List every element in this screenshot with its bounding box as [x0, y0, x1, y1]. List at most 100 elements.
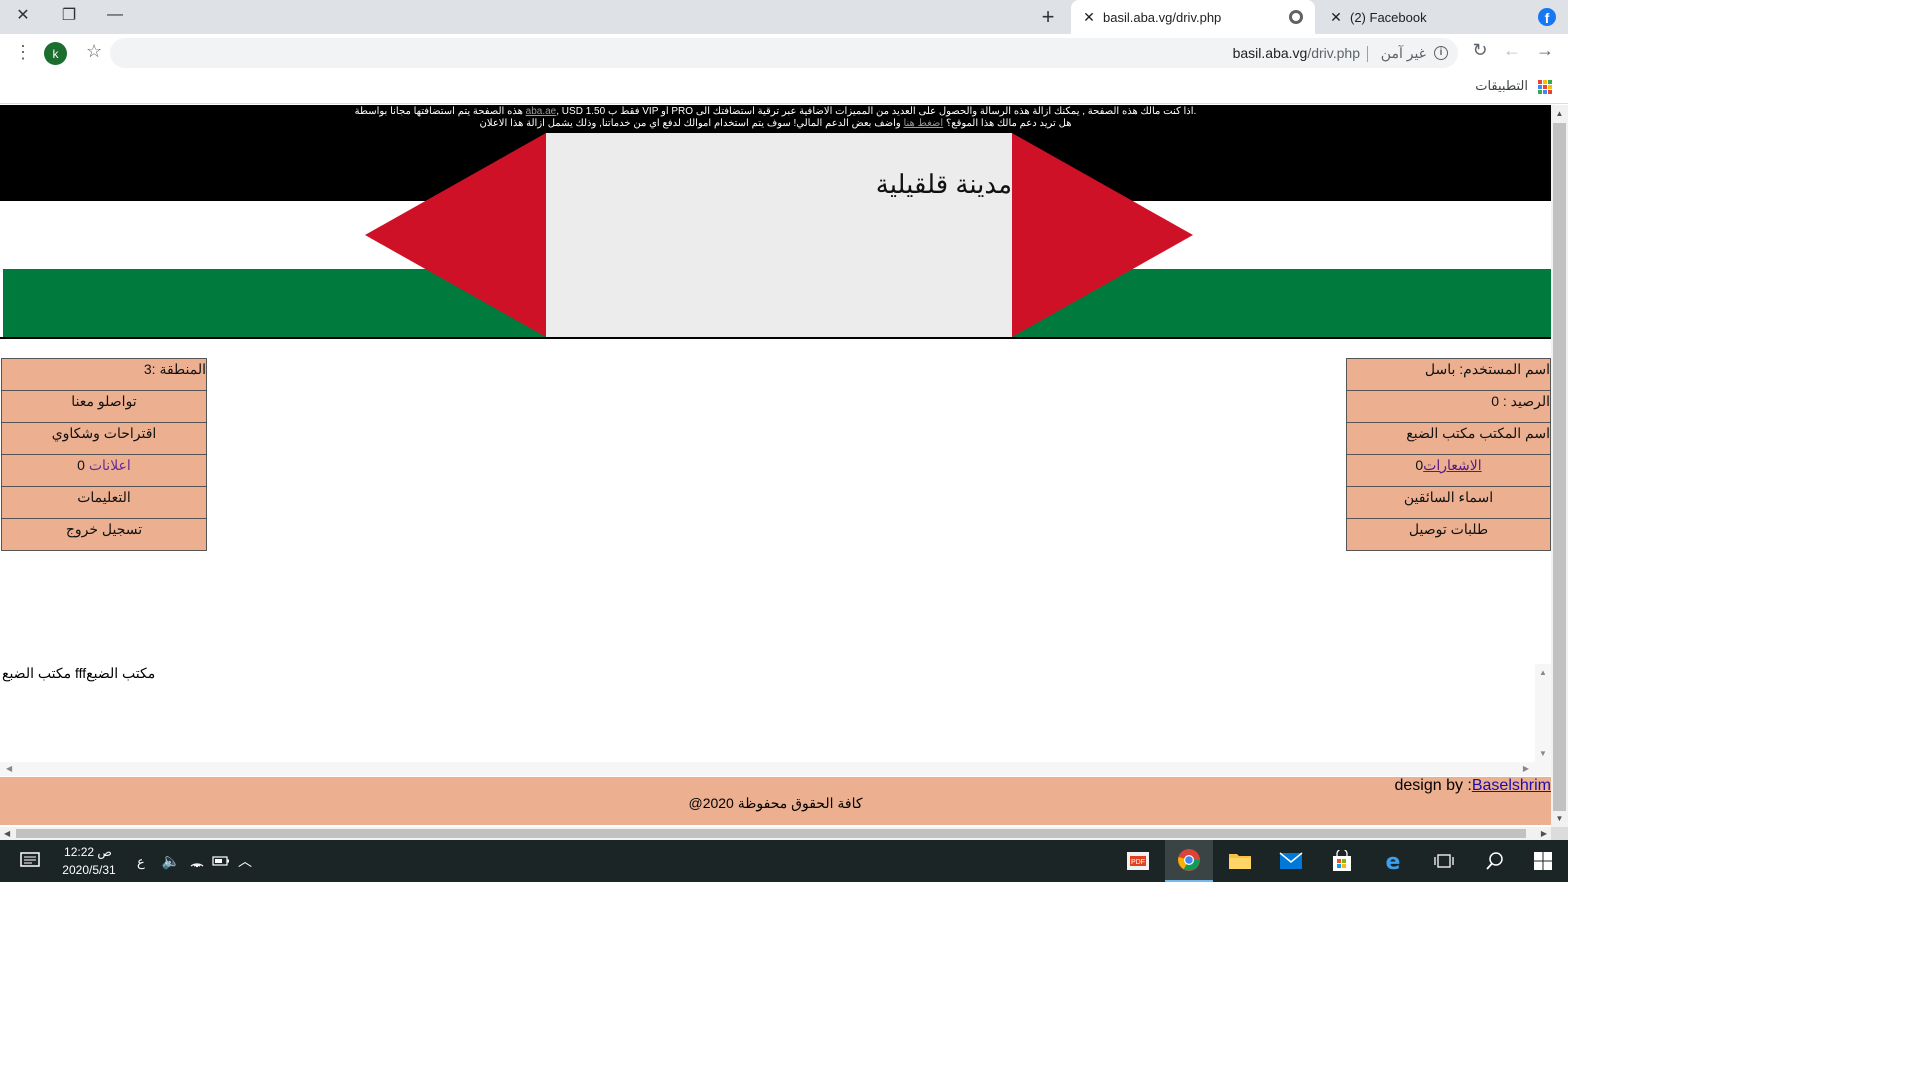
back-icon[interactable]: →	[1533, 40, 1557, 61]
notification-center-icon[interactable]	[8, 840, 52, 882]
info-icon[interactable]: i	[1434, 46, 1448, 60]
new-tab-button[interactable]: +	[1036, 6, 1060, 30]
contact-us-link[interactable]: تواصلو معنا	[1, 391, 207, 423]
ad-text: USD فقط ب 1.50 VIP او PRO اذا كنت مالك ه…	[561, 106, 1197, 117]
notifications-item[interactable]: الاشعارات0	[1346, 455, 1551, 487]
scroll-right-icon[interactable]: ▶	[1523, 762, 1529, 776]
logout-link[interactable]: تسجيل خروج	[1, 519, 207, 551]
scroll-up-icon[interactable]: ▲	[1551, 109, 1568, 118]
file-explorer-icon[interactable]	[1216, 840, 1264, 882]
ad-line-2: هل تريد دعم مالك هذا الموقع؟ اضغط هنا وا…	[0, 118, 1551, 130]
menu-icon[interactable]: ⋮	[14, 42, 32, 62]
restore-window-button[interactable]: ❐	[46, 0, 92, 30]
browser-tab-strip: ✕ ❐ — + ✕ basil.aba.vg/driv.php ✕ (2) Fa…	[0, 0, 1568, 34]
address-url: basil.aba.vg/driv.php	[1233, 45, 1360, 61]
scrollbar-corner	[1551, 827, 1568, 840]
scroll-thumb[interactable]	[16, 829, 1526, 838]
chrome-app-icon[interactable]	[1165, 840, 1213, 882]
ad-text: هذه الصفحة يتم استضافتها مجانا بواسطة	[354, 106, 523, 117]
tab-title: (2) Facebook	[1350, 9, 1427, 25]
address-path: /driv.php	[1307, 45, 1360, 61]
ads-link[interactable]: اعلانات	[89, 457, 131, 473]
inner-vertical-scrollbar[interactable]: ▲ ▼	[1535, 664, 1551, 762]
language-indicator[interactable]: ع	[137, 854, 145, 870]
scroll-thumb[interactable]	[1553, 123, 1566, 811]
scroll-left-icon[interactable]: ◀	[6, 762, 12, 776]
scroll-up-icon[interactable]: ▲	[1535, 668, 1551, 677]
edge-app-icon[interactable]: e	[1369, 840, 1417, 882]
ad-link-support[interactable]: اضغط هنا	[903, 118, 943, 129]
drivers-link[interactable]: اسماء السائقين	[1346, 487, 1551, 519]
network-icon[interactable]	[184, 840, 210, 882]
tab-title: basil.aba.vg/driv.php	[1103, 9, 1222, 25]
delivery-requests-link[interactable]: طلبات توصيل	[1346, 519, 1551, 551]
security-label: غير آمن	[1380, 45, 1426, 61]
clock-date[interactable]: 2020/5/31	[60, 863, 118, 877]
ad-line-1: هذه الصفحة يتم استضافتها مجانا بواسطة ab…	[354, 106, 1197, 117]
apps-grid-icon[interactable]	[1538, 80, 1552, 94]
battery-icon[interactable]	[208, 840, 234, 882]
copyright-text: كافة الحقوق محفوظة 2020@	[688, 795, 863, 811]
left-menu: المنطقة :3 تواصلو معنا اقتراحات وشكاوي ا…	[1, 358, 207, 551]
task-view-icon[interactable]	[1420, 840, 1468, 882]
reload-icon[interactable]: ↻	[1468, 40, 1492, 61]
design-credit: design by :Baselshrim	[1394, 777, 1551, 795]
facebook-icon: f	[1538, 8, 1556, 26]
time-value: 12:22	[64, 845, 95, 859]
close-tab-icon[interactable]: ✕	[1081, 9, 1097, 26]
ads-item[interactable]: اعلانات 0	[1, 455, 207, 487]
page-horizontal-scrollbar[interactable]: ◀ ▶	[0, 827, 1551, 840]
right-menu: اسم المستخدم: باسل الرصيد : 0 اسم المكتب…	[1346, 358, 1551, 551]
mail-app-icon[interactable]	[1267, 840, 1315, 882]
show-hidden-icons-icon[interactable]: ︿	[232, 840, 258, 882]
office-text: مكتب الضبع fffمكتب الضبع	[2, 665, 156, 681]
page-footer: design by :Baselshrim كافة الحقوق محفوظة…	[0, 777, 1551, 825]
scroll-down-icon[interactable]: ▼	[1535, 749, 1551, 758]
page-viewport: هذه الصفحة يتم استضافتها مجانا بواسطة ab…	[0, 105, 1551, 827]
tab-facebook[interactable]: ✕ (2) Facebook f	[1318, 0, 1568, 34]
svg-text:PDF: PDF	[1131, 859, 1145, 866]
ad-link-aba[interactable]: aba.ae	[526, 106, 557, 117]
design-prefix: design by :	[1394, 777, 1472, 794]
store-app-icon[interactable]	[1318, 840, 1366, 882]
page-vertical-scrollbar[interactable]: ▲ ▼	[1551, 105, 1568, 827]
notifications-count: 0	[1415, 457, 1424, 473]
scroll-right-icon[interactable]: ▶	[1541, 827, 1547, 840]
ads-count: 0	[77, 457, 85, 473]
minimize-window-button[interactable]: —	[92, 0, 138, 30]
office-name-label: اسم المكتب مكتب الضبع	[1346, 423, 1551, 455]
apps-label[interactable]: التطبيقات	[1475, 78, 1528, 94]
scroll-left-icon[interactable]: ◀	[4, 827, 10, 840]
instructions-link[interactable]: التعليمات	[1, 487, 207, 519]
address-host: basil.aba.vg	[1232, 45, 1308, 61]
region-label: المنطقة :3	[1, 358, 207, 391]
address-separator	[1367, 46, 1368, 62]
forward-icon[interactable]: ←	[1500, 40, 1524, 61]
address-bar[interactable]: basil.aba.vg/driv.php غير آمن i	[110, 38, 1458, 68]
balance-label: الرصيد : 0	[1346, 391, 1551, 423]
time-period: ص	[97, 845, 112, 859]
username-label: اسم المستخدم: باسل	[1346, 358, 1551, 391]
search-icon[interactable]	[1471, 840, 1519, 882]
profile-avatar[interactable]: k	[44, 42, 67, 65]
right-red-triangle	[1012, 133, 1193, 337]
bookmark-star-icon[interactable]: ☆	[86, 41, 102, 62]
start-windows-icon[interactable]	[1518, 840, 1568, 882]
left-red-triangle	[365, 133, 546, 337]
notifications-link[interactable]: الاشعارات	[1423, 457, 1481, 473]
clock-time[interactable]: 12:22 ص	[62, 845, 114, 859]
close-tab-icon[interactable]: ✕	[1328, 9, 1344, 26]
ad-text: واضف بعض الدعم المالي! سوف يتم استخدام ا…	[479, 118, 901, 129]
scroll-down-icon[interactable]: ▼	[1551, 814, 1568, 823]
tab-basil[interactable]: ✕ basil.aba.vg/driv.php	[1071, 0, 1315, 34]
close-window-button[interactable]: ✕	[0, 0, 46, 30]
ad-text: هل تريد دعم مالك هذا الموقع؟	[945, 118, 1072, 129]
globe-icon	[1289, 10, 1303, 24]
suggestions-link[interactable]: اقتراحات وشكاوي	[1, 423, 207, 455]
pdf-app-icon[interactable]: PDF	[1114, 840, 1162, 882]
inner-horizontal-scrollbar[interactable]: ◀ ▶	[0, 762, 1551, 776]
designer-link[interactable]: Baselshrim	[1472, 777, 1551, 794]
bookmarks-bar: التطبيقات	[0, 72, 1568, 104]
volume-icon[interactable]: 🔈	[158, 840, 184, 882]
windows-taskbar: 12:22 ص 2020/5/31 ع 🔈 ︿ PDF e	[0, 840, 1568, 882]
